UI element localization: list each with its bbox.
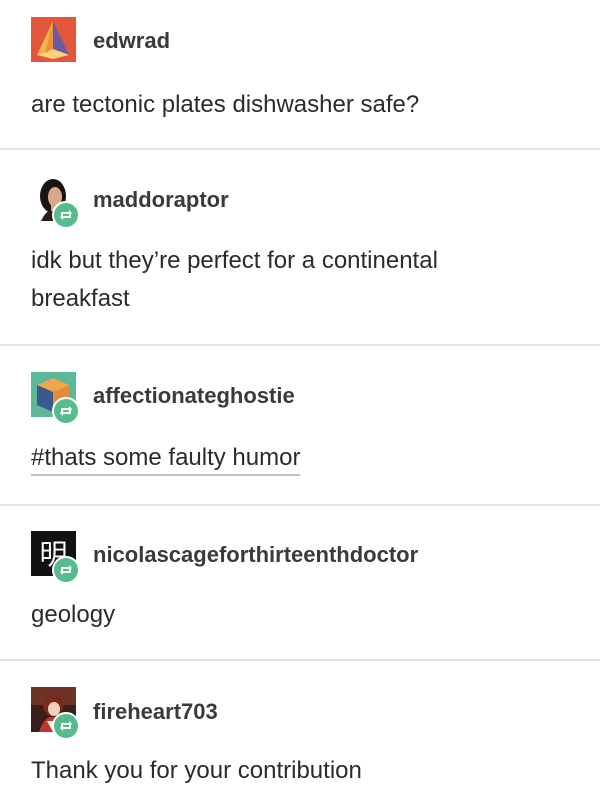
orange-pyramid-avatar-icon[interactable] bbox=[31, 17, 76, 62]
post-username[interactable]: fireheart703 bbox=[93, 699, 218, 725]
post-tag-link[interactable]: #thats some faulty humor bbox=[31, 444, 300, 471]
post-username[interactable]: edwrad bbox=[93, 28, 170, 54]
reblog-icon bbox=[52, 397, 80, 425]
post-body: Thank you for your contribution bbox=[31, 757, 362, 784]
post-affectionateghostie: affectionateghostie #thats some faulty h… bbox=[0, 346, 600, 504]
post-nicolascageforthirteenthdoctor: 明 nicolascageforthirteenthdoctor geology bbox=[0, 506, 600, 659]
post-tags: #thats some faulty humor bbox=[31, 439, 571, 477]
post-username[interactable]: maddoraptor bbox=[93, 187, 229, 213]
reblog-icon bbox=[52, 712, 80, 740]
post-edwrad: edwrad are tectonic plates dishwasher sa… bbox=[0, 0, 600, 148]
reblog-icon bbox=[52, 556, 80, 584]
post-body-line: breakfast bbox=[31, 285, 130, 312]
post-body: idk but they’re perfect for a continenta… bbox=[31, 242, 571, 318]
reblog-thread: edwrad are tectonic plates dishwasher sa… bbox=[0, 0, 600, 807]
post-fireheart703: fireheart703 Thank you for your contribu… bbox=[0, 661, 600, 807]
post-username[interactable]: affectionateghostie bbox=[93, 383, 295, 409]
post-username[interactable]: nicolascageforthirteenthdoctor bbox=[93, 542, 418, 568]
post-maddoraptor: maddoraptor idk but they’re perfect for … bbox=[0, 150, 600, 344]
reblog-icon bbox=[52, 201, 80, 229]
post-body-line: idk but they’re perfect for a continenta… bbox=[31, 247, 438, 274]
post-body: are tectonic plates dishwasher safe? bbox=[31, 91, 420, 118]
post-body: geology bbox=[31, 601, 116, 628]
